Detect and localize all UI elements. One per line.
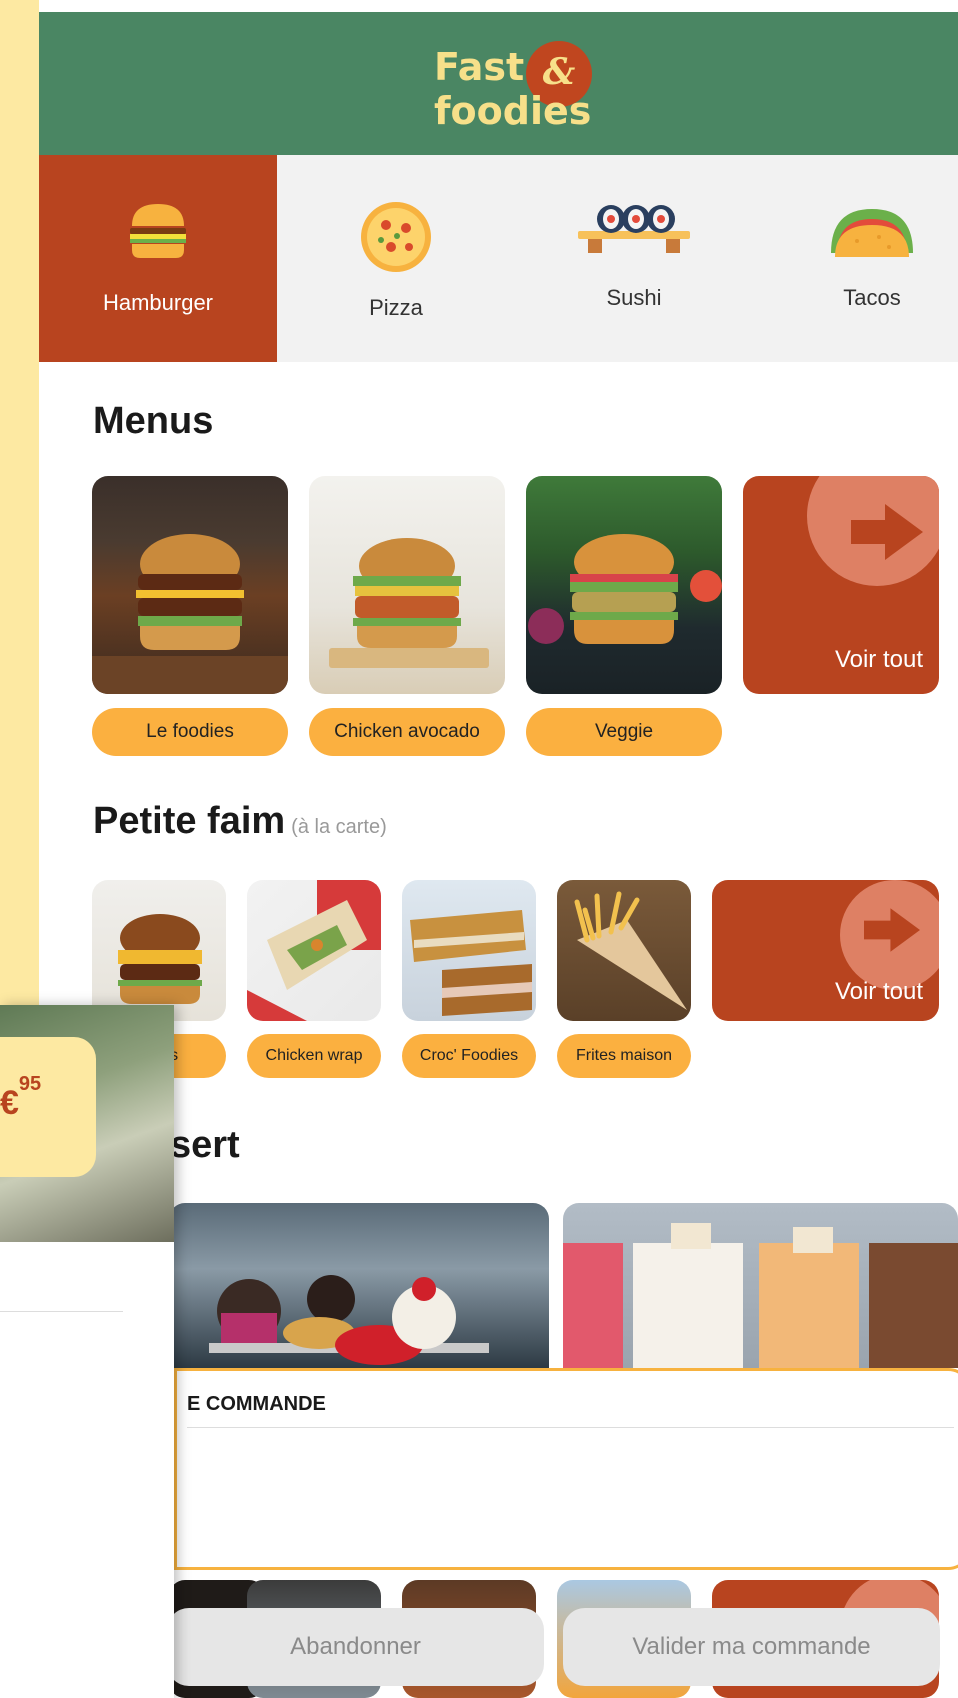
section-subtitle: (à la carte) bbox=[291, 816, 387, 838]
price-currency: € bbox=[0, 1084, 19, 1122]
section-title-dessert: sert bbox=[170, 1124, 240, 1166]
item-photo-croc-foodies[interactable] bbox=[402, 880, 536, 1021]
brand-logo: Fast & foodies bbox=[434, 37, 614, 147]
item-pill[interactable]: Frites maison bbox=[557, 1034, 691, 1078]
petite-faim-see-all-button[interactable]: Voir tout bbox=[712, 880, 939, 1021]
category-tacos[interactable]: Tacos bbox=[753, 155, 958, 362]
item-photo-frites[interactable] bbox=[557, 880, 691, 1021]
item-photo-chicken-wrap[interactable] bbox=[247, 880, 381, 1021]
section-title-menus: Menus bbox=[93, 400, 214, 442]
price-cents: 95 bbox=[18, 1072, 42, 1095]
category-bar: Hamburger Pizza Sushi Tacos bbox=[39, 155, 958, 362]
kiosk-app: Fast & foodies Hamburger Pizza Sushi Tac… bbox=[39, 0, 958, 1698]
arrow-right-icon bbox=[851, 504, 923, 560]
menu-photo-chicken-avocado[interactable] bbox=[309, 476, 505, 694]
section-title-text: Petite faim bbox=[93, 800, 286, 842]
hamburger-icon bbox=[128, 200, 188, 265]
validate-order-button[interactable]: Valider ma commande bbox=[563, 1608, 940, 1686]
category-label: Pizza bbox=[369, 295, 423, 320]
price-badge: €95 bbox=[0, 1037, 96, 1177]
price-value: €95 bbox=[0, 1073, 41, 1123]
arrow-right-icon bbox=[864, 908, 920, 952]
pizza-icon bbox=[359, 200, 433, 279]
order-panel-divider bbox=[187, 1427, 954, 1428]
category-label: Sushi bbox=[606, 285, 662, 310]
logo-foodies: foodies bbox=[434, 89, 592, 133]
category-label: Hamburger bbox=[102, 290, 214, 315]
logo-fast: Fast bbox=[434, 45, 525, 89]
item-pill[interactable]: Croc' Foodies bbox=[402, 1034, 536, 1078]
menu-pill[interactable]: Le foodies bbox=[92, 708, 288, 756]
see-all-label: Voir tout bbox=[834, 646, 923, 673]
category-pizza[interactable]: Pizza bbox=[277, 155, 515, 362]
order-panel-title: E COMMANDE bbox=[187, 1393, 326, 1415]
category-sushi[interactable]: Sushi bbox=[515, 155, 753, 362]
menu-photo-veggie[interactable] bbox=[526, 476, 722, 694]
tacos-icon bbox=[827, 203, 917, 264]
menu-pill[interactable]: Veggie bbox=[526, 708, 722, 756]
overlay-divider bbox=[0, 1311, 123, 1312]
category-hamburger[interactable]: Hamburger bbox=[39, 155, 277, 362]
category-label: Tacos bbox=[843, 285, 901, 310]
cancel-button[interactable]: Abandonner bbox=[167, 1608, 544, 1686]
app-header: Fast & foodies bbox=[39, 12, 958, 155]
product-detail-overlay: €95 bbox=[0, 1005, 174, 1698]
menu-photo-le-foodies[interactable] bbox=[92, 476, 288, 694]
section-title-petite-faim: Petite faim (à la carte) bbox=[93, 800, 387, 843]
menus-see-all-button[interactable]: Voir tout bbox=[743, 476, 939, 694]
dessert-photo-ice-cream[interactable] bbox=[563, 1203, 958, 1368]
item-pill[interactable]: Chicken wrap bbox=[247, 1034, 381, 1078]
item-photo-foodies[interactable] bbox=[92, 880, 226, 1021]
sushi-icon bbox=[576, 203, 692, 264]
see-all-label: Voir tout bbox=[834, 978, 923, 1005]
dessert-photo-pastries[interactable] bbox=[169, 1203, 549, 1368]
menu-pill[interactable]: Chicken avocado bbox=[309, 708, 505, 756]
order-panel: E COMMANDE bbox=[174, 1368, 958, 1570]
